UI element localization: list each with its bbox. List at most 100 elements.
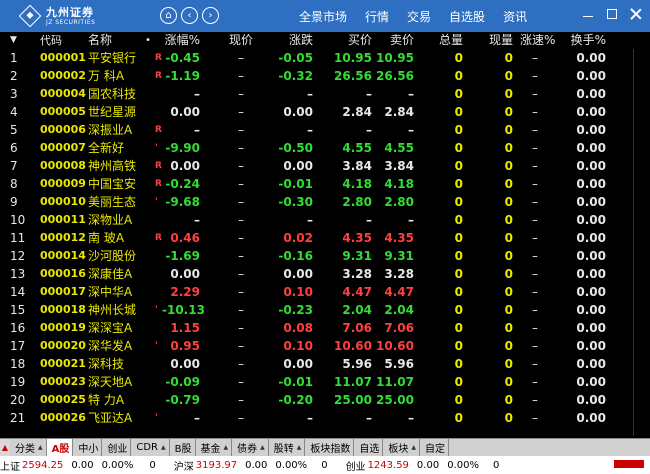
table-row[interactable]: 2 000002 万 科A R -1.19– -0.32 26.56 26.56 0 0–0.00 xyxy=(0,67,650,85)
speed: – xyxy=(532,87,538,101)
row-index: 9 xyxy=(10,195,18,209)
table-row[interactable]: 5 000006 深振业A R – – – – –0 0–0.00 xyxy=(0,121,650,139)
table-row[interactable]: 15 000018 神州长城 ' -10.13– -0.23 2.04 2.04 0 0–0.00 xyxy=(0,301,650,319)
change-pct: -0.79 xyxy=(165,393,200,407)
bid: 25.00 xyxy=(334,393,372,407)
bid: 10.60 xyxy=(334,339,372,353)
tab-1[interactable]: A股 xyxy=(46,439,74,456)
scrollbar-thumb[interactable] xyxy=(633,49,649,436)
header-code[interactable]: 代码 xyxy=(40,32,90,49)
last-volume: 0 xyxy=(504,375,513,389)
quote-grid: ▼ 代码 名称 • 涨幅% 现价 涨跌 买价 卖价 总量 现量 涨速% 换手% … xyxy=(0,32,650,427)
ask: – xyxy=(408,123,414,137)
forward-icon[interactable]: › xyxy=(202,7,219,24)
table-row[interactable]: 8 000009 中国宝安 R -0.24– -0.01 4.18 4.18 0 0–0.00 xyxy=(0,175,650,193)
header-volume[interactable]: 总量 xyxy=(425,32,463,49)
header-last-vol[interactable]: 现量 xyxy=(475,32,513,49)
tab-8[interactable]: 股转 ▲ xyxy=(268,439,306,456)
tab-12[interactable]: 自定 xyxy=(420,439,450,456)
sh-pct: 0.00% xyxy=(101,459,134,471)
tab-3[interactable]: 创业 xyxy=(102,439,132,456)
header-ask[interactable]: 卖价 xyxy=(370,32,414,49)
table-row[interactable]: 12 000014 沙河股份 -1.69 – -0.16 9.31 9.31 0 0 – 0.00 xyxy=(0,247,650,265)
table-row[interactable]: 1 000001 平安银行 R -0.45– -0.05 10.95 10.95 0 0–0.00 xyxy=(0,49,650,67)
price: – xyxy=(238,357,244,371)
table-row[interactable]: 13 000016 深康佳A 0.00 – 0.00 3.28 3.28 0 0 – 0.00 xyxy=(0,265,650,283)
stock-name: 中国宝安 xyxy=(88,177,137,191)
row-index: 3 xyxy=(10,87,18,101)
tab-dropdown-icon[interactable]: ▲ xyxy=(161,444,166,451)
change-pct: -0.24 xyxy=(165,177,200,191)
header-bid[interactable]: 买价 xyxy=(328,32,372,49)
table-row[interactable]: 11 000012 南 玻A R 0.46–0.02 4.35 4.35 0 0–0.00 xyxy=(0,229,650,247)
header-change[interactable]: 涨跌 xyxy=(278,32,313,49)
table-row[interactable]: 19 000023 深天地A -0.09 – -0.01 11.07 11.07 0 0 – 0.00 xyxy=(0,373,650,391)
speed: – xyxy=(532,375,538,389)
logo-diamond-icon xyxy=(18,4,42,28)
header-dot: • xyxy=(145,35,151,46)
speed: – xyxy=(532,123,538,137)
table-row[interactable]: 7 000008 神州高铁 R 0.00–0.00 3.84 3.84 0 0–0.00 xyxy=(0,157,650,175)
row-index: 2 xyxy=(10,69,18,83)
tab-dropdown-icon[interactable]: ▲ xyxy=(224,444,229,451)
tab-6[interactable]: 基金 ▲ xyxy=(195,439,233,456)
table-row[interactable]: 10 000011 深物业A – – – – – 0 0 – 0.00 xyxy=(0,211,650,229)
table-row[interactable]: 20 000025 特 力A -0.79 – -0.20 25.00 25.00 0 0 – 0.00 xyxy=(0,391,650,409)
tab-9[interactable]: 板块指数 xyxy=(305,439,355,456)
tab-7[interactable]: 债券 ▲ xyxy=(232,439,269,456)
vertical-scrollbar[interactable] xyxy=(632,49,650,436)
maximize-icon[interactable] xyxy=(607,9,617,19)
header-change-pct[interactable]: 涨幅% xyxy=(162,32,200,49)
menu-panorama[interactable]: 全景市场 xyxy=(299,8,347,25)
tab-dropdown-icon[interactable]: ▲ xyxy=(38,444,43,451)
minimize-icon[interactable] xyxy=(582,8,594,20)
table-row[interactable]: 14 000017 深中华A 2.29 – 0.10 4.47 4.47 0 0 – 0.00 xyxy=(0,283,650,301)
sort-arrow-icon[interactable]: ▼ xyxy=(10,32,30,49)
row-index: 21 xyxy=(10,411,26,425)
table-row[interactable]: 4 000005 世纪星源 0.00 – 0.00 2.84 2.84 0 0 – 0.00 xyxy=(0,103,650,121)
menu-trade[interactable]: 交易 xyxy=(407,8,431,25)
volume: 0 xyxy=(454,195,463,209)
table-row[interactable]: 6 000007 全新好 ' -9.90– -0.50 4.55 4.55 0 0–0.00 xyxy=(0,139,650,157)
tab-0[interactable]: 分类 ▲ xyxy=(10,439,47,456)
stock-code: 000007 xyxy=(40,141,86,154)
menu-quotes[interactable]: 行情 xyxy=(365,8,389,25)
tab-dropdown-icon[interactable]: ▲ xyxy=(297,444,302,451)
stock-code: 000016 xyxy=(40,267,86,280)
tab-11[interactable]: 板块 ▲ xyxy=(383,439,421,456)
table-row[interactable]: 9 000010 美丽生态 ' -9.68– -0.30 2.80 2.80 0 0–0.00 xyxy=(0,193,650,211)
volume: 0 xyxy=(454,213,463,227)
home-icon[interactable]: ⌂ xyxy=(160,7,177,24)
cy-value: 1243.59 xyxy=(367,459,409,471)
table-row[interactable]: 16 000019 深深宝A 1.15 – 0.08 7.06 7.06 0 0 – 0.00 xyxy=(0,319,650,337)
header-price[interactable]: 现价 xyxy=(226,32,256,49)
tab-5[interactable]: B股 xyxy=(169,439,196,456)
header-turnover[interactable]: 换手% xyxy=(560,32,606,49)
stock-code: 000018 xyxy=(40,303,86,316)
tab-10[interactable]: 自选 xyxy=(354,439,384,456)
change: -0.23 xyxy=(278,303,313,317)
tab-2[interactable]: 中小 xyxy=(73,439,103,456)
table-row[interactable]: 18 000021 深科技 0.00 – 0.00 5.96 5.96 0 0 – 0.00 xyxy=(0,355,650,373)
tab-dropdown-icon[interactable]: ▲ xyxy=(260,444,265,451)
table-row[interactable]: 3 000004 国农科技 – – – – – 0 0 – 0.00 xyxy=(0,85,650,103)
speed: – xyxy=(532,69,538,83)
tab-label: 板块指数 xyxy=(310,444,351,455)
back-icon[interactable]: ‹ xyxy=(181,7,198,24)
price: – xyxy=(238,393,244,407)
close-icon[interactable] xyxy=(630,8,642,20)
row-index: 1 xyxy=(10,51,18,65)
nav-buttons: ⌂ ‹ › xyxy=(160,7,219,24)
header-speed[interactable]: 涨速% xyxy=(520,32,555,49)
speed: – xyxy=(532,267,538,281)
table-row[interactable]: 17 000020 深华发A ' 0.95–0.10 10.60 10.60 0 0–0.00 xyxy=(0,337,650,355)
menu-watchlist[interactable]: 自选股 xyxy=(449,8,485,25)
ask: 11.07 xyxy=(376,375,414,389)
row-index: 4 xyxy=(10,105,18,119)
tab-4[interactable]: CDR ▲ xyxy=(131,439,170,456)
tab-scroll-left-icon[interactable]: ▲ xyxy=(0,439,10,456)
table-row[interactable]: 21 000026 飞亚达A ' – – – – –0 0–0.00 xyxy=(0,409,650,427)
menu-news[interactable]: 资讯 xyxy=(503,8,527,25)
tab-dropdown-icon[interactable]: ▲ xyxy=(411,444,416,451)
change-pct: 0.95 xyxy=(170,339,200,353)
